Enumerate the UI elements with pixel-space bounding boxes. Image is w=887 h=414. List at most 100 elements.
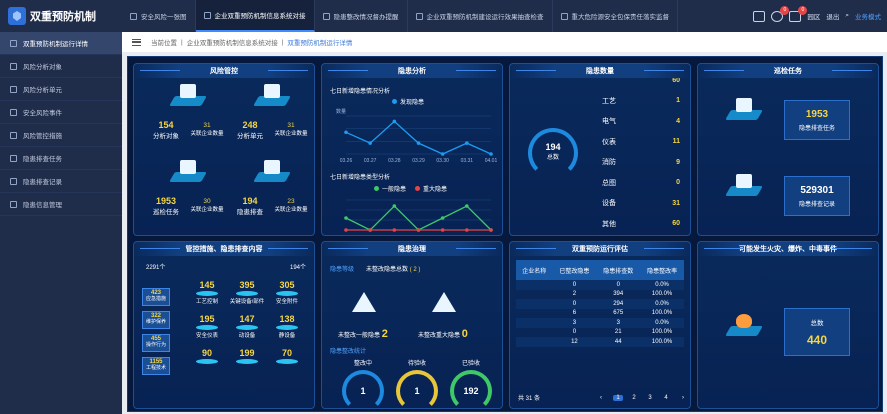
page-button[interactable]: 1 [613,394,623,401]
hazard-count-panel: 隐患数量 194 总数 60 工艺 1 电气 4 仪表 11 消防 9 总图 0 设备 31 其他 60 [509,63,691,236]
menu-icon[interactable] [132,38,141,46]
mail-icon[interactable]: 0 [789,5,808,22]
map-icon [130,12,137,20]
evaluation-panel: 双重预防运行评估 企业名称 已整改隐患 隐患排查数 隐患整改率 0 0 0.0% 2 394 10… [509,241,691,409]
list-icon [10,62,17,70]
sidebar-item-risk-events[interactable]: 安全风险事件 [0,101,122,124]
table-row[interactable]: 3 3 0.0% [516,318,684,328]
tab-strip: 安全风险一张图 企业双重预防机制信息系统对接 隐患整改情况督办提醒 企业双重预防… [122,0,753,32]
unrectified-label: 未整改隐患总数 [366,267,409,273]
page-button[interactable]: 4 [661,395,671,401]
x-tick-label: 03.31 [461,158,474,164]
prev-page-icon[interactable]: ‹ [600,395,602,401]
table-row[interactable]: 0 294 0.0% [516,299,684,309]
search-icon[interactable]: ⌕ [845,12,849,20]
rectify-status-ring: 1 [396,370,438,408]
stat-label: 关联企业数量 [274,131,308,137]
list-icon [10,200,17,208]
category-label: 电气 [602,118,616,126]
table-row[interactable]: 0 21 100.0% [516,328,684,338]
warning-icon [432,292,456,312]
data-point [489,152,493,156]
sidebar-item-inspect-tasks[interactable]: 隐患排查任务 [0,147,122,170]
analysis-unit-icon [253,84,291,106]
sidebar-item-label: 隐患排查任务 [23,156,62,163]
column-header[interactable]: 已整改隐患 [552,260,597,280]
column-header[interactable]: 企业名称 [516,260,553,280]
sidebar-item-label: 风险分析单元 [23,87,62,94]
sidebar-item-label: 隐患信息管理 [23,202,62,209]
control-measures-panel: 管控措施、隐患排查内容 2291个 194个 423 应急措施 322 维护保养 455… [133,241,315,409]
legend-label: 发现隐患 [400,100,425,106]
panel-title: 隐患治理 [322,242,502,256]
sidebar-item-inspect-records[interactable]: 隐患排查记录 [0,170,122,193]
tab-system-docking[interactable]: 企业双重预防机制信息系统对接 [195,0,315,32]
next-page-icon[interactable]: › [682,395,684,401]
task-count-box: 1953 隐患排查任务 [784,100,850,140]
general-hazard: 未整改一般隐患 2 [338,328,388,340]
region-link[interactable]: 园区 [807,11,820,21]
page-button[interactable]: 2 [629,395,639,401]
risk-control-panel: 风险管控 154 分析对象 31 关联企业数量 248 分析单元 31 关联企业数量 1… [133,63,315,236]
list-icon [10,177,17,185]
task-label: 隐患排查任务 [798,126,835,132]
breadcrumb-home[interactable]: 当前位置 [151,37,177,47]
table-cell [516,328,553,338]
objects-sub-stat: 31 关联企业数量 [186,122,228,137]
unrectified-value: ( 2 ) [409,267,421,273]
panel-title: 风险管控 [134,64,314,78]
sidebar-item-risk-units[interactable]: 风险分析单元 [0,78,122,101]
hazard-analysis-panel: 隐患分析 七日新增隐患情况分析 发现隐患 数量 03.26 03.27 03.28 0… [321,63,503,236]
column-header[interactable]: 隐患排查数 [596,260,641,280]
sidebar-item-risk-objects[interactable]: 风险分析对象 [0,55,122,78]
sidebar-item-label: 隐患排查记录 [23,179,62,186]
breadcrumb: 当前位置 | 企业双重预防机制信息系统对接 | 双重预防机制运行详情 [122,32,887,52]
message-badge: 0 [780,5,790,15]
list-icon [10,154,17,162]
measure-grid-item: 195 安全仪表 [188,314,226,339]
tab-label: 企业双重预防机制建设运行效果抽查检查 [426,14,544,21]
measure-grid-item: 70 [268,348,306,365]
category-label: 工艺 [602,97,616,105]
breadcrumb-current: 双重预防机制运行详情 [287,40,353,47]
sidebar-item-hazard-info[interactable]: 隐患信息管理 [0,193,122,216]
page-button[interactable]: 3 [645,395,655,401]
table-cell: 394 [613,291,624,298]
major-hazard: 未整改重大隐患 0 [418,328,468,340]
level-tab[interactable]: 隐患等级 [330,264,354,273]
tab-spot-check[interactable]: 企业双重预防机制建设运行效果抽查检查 [408,0,553,32]
list-icon [10,131,17,139]
table-row[interactable]: 0 0 0.0% [516,280,684,290]
checks-sub-stat: 23 关联企业数量 [270,198,312,213]
rectify-status-ring: 192 [450,370,492,408]
tab-hazard-source[interactable]: 重大危险源安全包保责任落实监督 [553,0,678,32]
bell-icon [322,12,330,20]
exit-link[interactable]: 退出 [826,11,839,21]
table-row[interactable]: 6 675 100.0% [516,309,684,319]
table-row[interactable]: 12 44 100.0% [516,337,684,347]
table-cell [516,337,553,347]
column-header[interactable]: 隐患整改率 [640,260,684,280]
calendar-icon[interactable] [753,10,766,22]
grid-label: 安全附件 [275,299,298,305]
measure-grid-item: 147 动设备 [228,314,266,339]
category-value: 0 [676,179,680,187]
message-icon[interactable]: 0 [771,5,790,22]
panel-title: 隐患分析 [322,64,502,78]
pedestal-icon [276,359,298,364]
category-list: 60 工艺 1 电气 4 仪表 11 消防 9 总图 0 设备 31 其他 60 [602,78,680,235]
theme-toggle[interactable]: 业务模式 [855,11,881,21]
data-point [392,119,397,124]
sidebar-item-run-details[interactable]: 双重预防机制运行详情 [0,32,122,55]
measure-grid-item: 395 关键设备/部件 [228,280,266,305]
table-row[interactable]: 2 394 100.0% [516,290,684,300]
measure-label: 操作行为 [145,342,166,348]
sidebar-item-control-measures[interactable]: 风险管控措施 [0,124,122,147]
stat-value: 248 [242,120,258,130]
category-row: 电气 4 [602,111,680,132]
breadcrumb-level1[interactable]: 企业双重预防机制信息系统对接 [187,37,278,47]
pedestal-icon [236,359,258,364]
tab-risk-map[interactable]: 安全风险一张图 [122,0,196,32]
tab-rectify-reminder[interactable]: 隐患整改情况督办提醒 [315,0,408,32]
stat-value: 31 [203,122,211,129]
